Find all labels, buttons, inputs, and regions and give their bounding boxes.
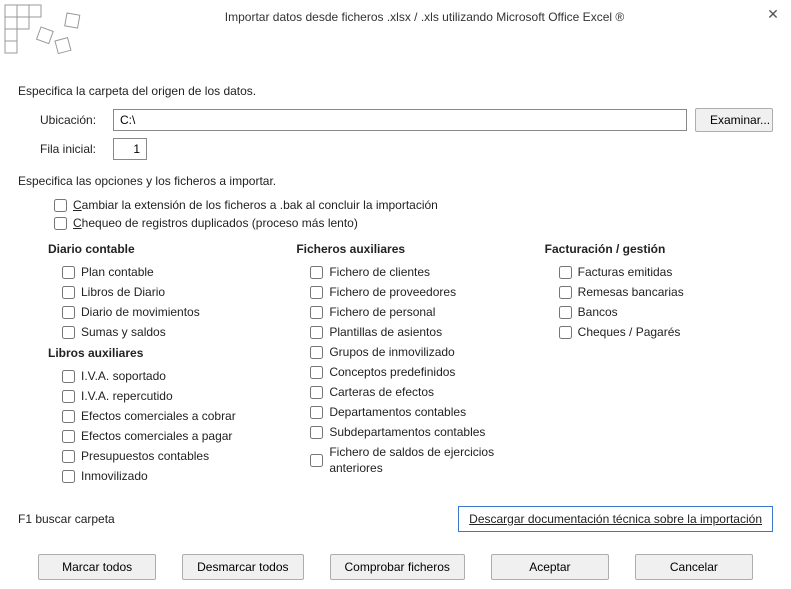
- ficheros-label-0[interactable]: Fichero de clientes: [329, 264, 430, 280]
- heading-diario-contable: Diario contable: [48, 242, 276, 256]
- browse-button[interactable]: Examinar...: [695, 108, 773, 132]
- libros-checkbox-4[interactable]: [62, 450, 75, 463]
- location-input[interactable]: [113, 109, 687, 131]
- column-ficheros: Ficheros auxiliares Fichero de clientes F…: [296, 236, 524, 488]
- diario-checkbox-2[interactable]: [62, 306, 75, 319]
- facturacion-label-0[interactable]: Facturas emitidas: [578, 264, 673, 280]
- column-diario: Diario contable Plan contable Libros de D…: [48, 236, 276, 488]
- download-docs-link[interactable]: Descargar documentación técnica sobre la…: [458, 506, 773, 532]
- facturacion-checkbox-3[interactable]: [559, 326, 572, 339]
- ficheros-checkbox-0[interactable]: [310, 266, 323, 279]
- libros-checkbox-2[interactable]: [62, 410, 75, 423]
- column-facturacion: Facturación / gestión Facturas emitidas R…: [545, 236, 773, 488]
- rename-bak-label[interactable]: Cambiar la extensión de los ficheros a .…: [73, 198, 438, 212]
- startrow-input[interactable]: [113, 138, 147, 160]
- rename-bak-checkbox[interactable]: [54, 199, 67, 212]
- app-logo: [4, 4, 86, 64]
- cancel-button[interactable]: Cancelar: [635, 554, 753, 580]
- libros-label-2[interactable]: Efectos comerciales a cobrar: [81, 408, 236, 424]
- libros-label-1[interactable]: I.V.A. repercutido: [81, 388, 173, 404]
- ficheros-label-4[interactable]: Grupos de inmovilizado: [329, 344, 454, 360]
- diario-label-3[interactable]: Sumas y saldos: [81, 324, 166, 340]
- ficheros-label-2[interactable]: Fichero de personal: [329, 304, 435, 320]
- diario-checkbox-3[interactable]: [62, 326, 75, 339]
- ficheros-checkbox-9[interactable]: [310, 454, 323, 467]
- startrow-label: Fila inicial:: [18, 142, 113, 156]
- ficheros-label-5[interactable]: Conceptos predefinidos: [329, 364, 455, 380]
- diario-label-2[interactable]: Diario de movimientos: [81, 304, 200, 320]
- ficheros-label-1[interactable]: Fichero de proveedores: [329, 284, 456, 300]
- libros-label-0[interactable]: I.V.A. soportado: [81, 368, 166, 384]
- ficheros-label-8[interactable]: Subdepartamentos contables: [329, 424, 485, 440]
- diario-checkbox-1[interactable]: [62, 286, 75, 299]
- dup-check-checkbox[interactable]: [54, 217, 67, 230]
- libros-checkbox-3[interactable]: [62, 430, 75, 443]
- libros-checkbox-5[interactable]: [62, 470, 75, 483]
- ficheros-label-9[interactable]: Fichero de saldos de ejercicios anterior…: [329, 444, 524, 476]
- mark-all-button[interactable]: Marcar todos: [38, 554, 156, 580]
- accept-button[interactable]: Aceptar: [491, 554, 609, 580]
- ficheros-checkbox-3[interactable]: [310, 326, 323, 339]
- ficheros-checkbox-5[interactable]: [310, 366, 323, 379]
- facturacion-checkbox-0[interactable]: [559, 266, 572, 279]
- facturacion-label-3[interactable]: Cheques / Pagarés: [578, 324, 681, 340]
- heading-libros-auxiliares: Libros auxiliares: [48, 346, 276, 360]
- section-options-label: Especifica las opciones y los ficheros a…: [18, 174, 773, 188]
- facturacion-checkbox-1[interactable]: [559, 286, 572, 299]
- diario-label-0[interactable]: Plan contable: [81, 264, 154, 280]
- ficheros-checkbox-6[interactable]: [310, 386, 323, 399]
- ficheros-checkbox-7[interactable]: [310, 406, 323, 419]
- facturacion-checkbox-2[interactable]: [559, 306, 572, 319]
- ficheros-checkbox-8[interactable]: [310, 426, 323, 439]
- ficheros-checkbox-1[interactable]: [310, 286, 323, 299]
- libros-checkbox-1[interactable]: [62, 390, 75, 403]
- close-icon[interactable]: ✕: [763, 4, 783, 24]
- heading-ficheros-auxiliares: Ficheros auxiliares: [296, 242, 524, 256]
- libros-checkbox-0[interactable]: [62, 370, 75, 383]
- unmark-all-button[interactable]: Desmarcar todos: [182, 554, 303, 580]
- dialog-title: Importar datos desde ficheros .xlsx / .x…: [86, 4, 763, 24]
- diario-checkbox-0[interactable]: [62, 266, 75, 279]
- help-hint: F1 buscar carpeta: [18, 512, 115, 526]
- ficheros-label-6[interactable]: Carteras de efectos: [329, 384, 434, 400]
- facturacion-label-2[interactable]: Bancos: [578, 304, 618, 320]
- diario-label-1[interactable]: Libros de Diario: [81, 284, 165, 300]
- check-files-button[interactable]: Comprobar ficheros: [330, 554, 465, 580]
- ficheros-checkbox-4[interactable]: [310, 346, 323, 359]
- location-label: Ubicación:: [18, 113, 113, 127]
- section-origin-label: Especifica la carpeta del origen de los …: [18, 84, 773, 98]
- facturacion-label-1[interactable]: Remesas bancarias: [578, 284, 684, 300]
- libros-label-4[interactable]: Presupuestos contables: [81, 448, 209, 464]
- heading-facturacion: Facturación / gestión: [545, 242, 773, 256]
- dup-check-label[interactable]: Chequeo de registros duplicados (proceso…: [73, 216, 358, 230]
- libros-label-3[interactable]: Efectos comerciales a pagar: [81, 428, 232, 444]
- libros-label-5[interactable]: Inmovilizado: [81, 468, 148, 484]
- ficheros-label-3[interactable]: Plantillas de asientos: [329, 324, 442, 340]
- ficheros-label-7[interactable]: Departamentos contables: [329, 404, 466, 420]
- ficheros-checkbox-2[interactable]: [310, 306, 323, 319]
